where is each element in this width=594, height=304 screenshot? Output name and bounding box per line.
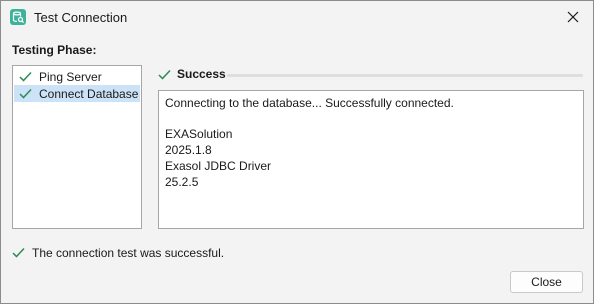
test-connection-dialog: Test Connection Testing Phase: Ping Serv… — [0, 0, 594, 304]
close-icon[interactable] — [557, 1, 593, 33]
log-line: Exasol JDBC Driver — [165, 159, 272, 173]
database-search-icon — [10, 9, 26, 25]
log-line: 2025.1.8 — [165, 143, 212, 157]
testing-phase-heading: Testing Phase: — [12, 43, 97, 57]
phase-item-label: Connect Database — [39, 87, 139, 101]
status-divider — [227, 74, 583, 77]
testing-phase-list: Ping Server Connect Database — [12, 65, 142, 229]
check-icon — [12, 247, 25, 261]
status-header: Success — [158, 67, 583, 83]
connection-log[interactable]: Connecting to the database... Successful… — [158, 90, 584, 229]
phase-item-connect-database[interactable]: Connect Database — [14, 85, 140, 102]
result-message-text: The connection test was successful. — [32, 246, 225, 260]
result-message: The connection test was successful. — [12, 245, 312, 261]
check-icon — [19, 71, 32, 85]
phase-item-ping-server[interactable]: Ping Server — [14, 68, 140, 85]
log-line: Connecting to the database... Successful… — [165, 96, 454, 110]
title-bar: Test Connection — [1, 1, 593, 33]
log-line: EXASolution — [165, 127, 233, 141]
window-title: Test Connection — [34, 10, 128, 25]
phase-item-label: Ping Server — [39, 70, 102, 84]
check-icon — [158, 69, 171, 83]
close-button[interactable]: Close — [510, 271, 583, 293]
check-icon — [19, 88, 32, 102]
status-label: Success — [177, 67, 226, 81]
log-line: 25.2.5 — [165, 175, 199, 189]
